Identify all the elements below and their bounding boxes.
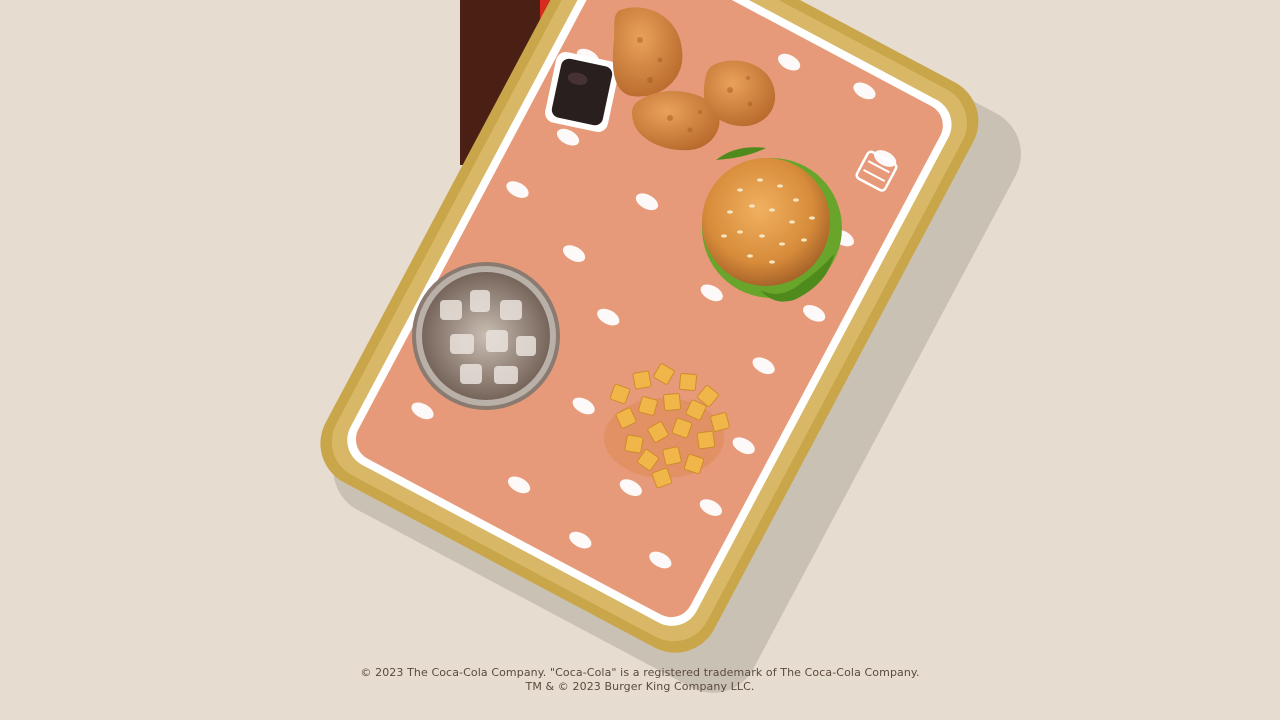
- legal-copyright-burger-king: TM & © 2023 Burger King Company LLC.: [525, 680, 755, 693]
- food-tray-scene: [320, 0, 1021, 693]
- cola-with-ice: [412, 262, 560, 410]
- burger-bun: [702, 158, 830, 286]
- legal-copyright-coca-cola: © 2023 The Coca-Cola Company. "Coca-Cola…: [360, 666, 920, 679]
